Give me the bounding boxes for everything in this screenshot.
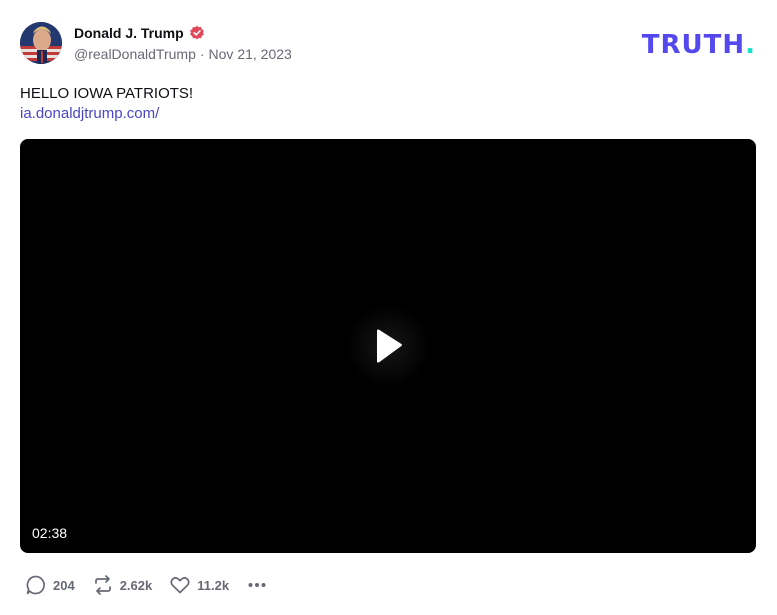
reply-count: 204 [53, 577, 75, 593]
verified-badge-icon [189, 25, 204, 40]
like-icon [170, 577, 190, 594]
more-icon [248, 583, 266, 587]
author-handle[interactable]: @realDonaldTrump [74, 46, 196, 62]
retruth-button[interactable]: 2.62k [92, 574, 153, 596]
reply-button[interactable]: 204 [25, 574, 75, 596]
avatar[interactable] [20, 22, 62, 64]
retruth-icon [94, 575, 111, 595]
avatar-image [20, 22, 62, 64]
post-link[interactable]: ia.donaldjtrump.com/ [20, 104, 159, 124]
brand-text: TRUTH [641, 30, 746, 60]
play-icon [377, 329, 402, 363]
video-player[interactable]: 02:38 [20, 139, 756, 553]
video-duration: 02:38 [32, 525, 68, 541]
author-display-name[interactable]: Donald J. Trump [74, 25, 184, 41]
brand-dot: . [745, 30, 756, 60]
play-button[interactable] [346, 304, 430, 388]
like-count: 11.2k [197, 577, 230, 593]
author-info: Donald J. Trump @realDonaldTrump · Nov 21,… [74, 23, 292, 62]
post-card: Donald J. Trump @realDonaldTrump · Nov 21,… [20, 22, 756, 595]
post-date[interactable]: Nov 21, 2023 [209, 46, 292, 62]
truth-social-logo[interactable]: TRUTH. [642, 30, 756, 60]
retruth-count: 2.62k [119, 577, 153, 593]
post-header: Donald J. Trump @realDonaldTrump · Nov 21,… [20, 22, 756, 66]
display-name-row: Donald J. Trump [74, 23, 292, 43]
post-text: HELLO IOWA PATRIOTS! [20, 85, 194, 102]
more-button[interactable] [246, 574, 268, 596]
post-content: HELLO IOWA PATRIOTS! ia.donaldjtrump.com… [20, 84, 193, 124]
reply-icon [26, 575, 45, 595]
like-button[interactable]: 11.2k [169, 574, 229, 596]
meta-separator: · [199, 46, 205, 62]
post-meta: @realDonaldTrump · Nov 21, 2023 [74, 46, 292, 62]
post-actions: 204 2.62k 11.2k [25, 575, 285, 595]
